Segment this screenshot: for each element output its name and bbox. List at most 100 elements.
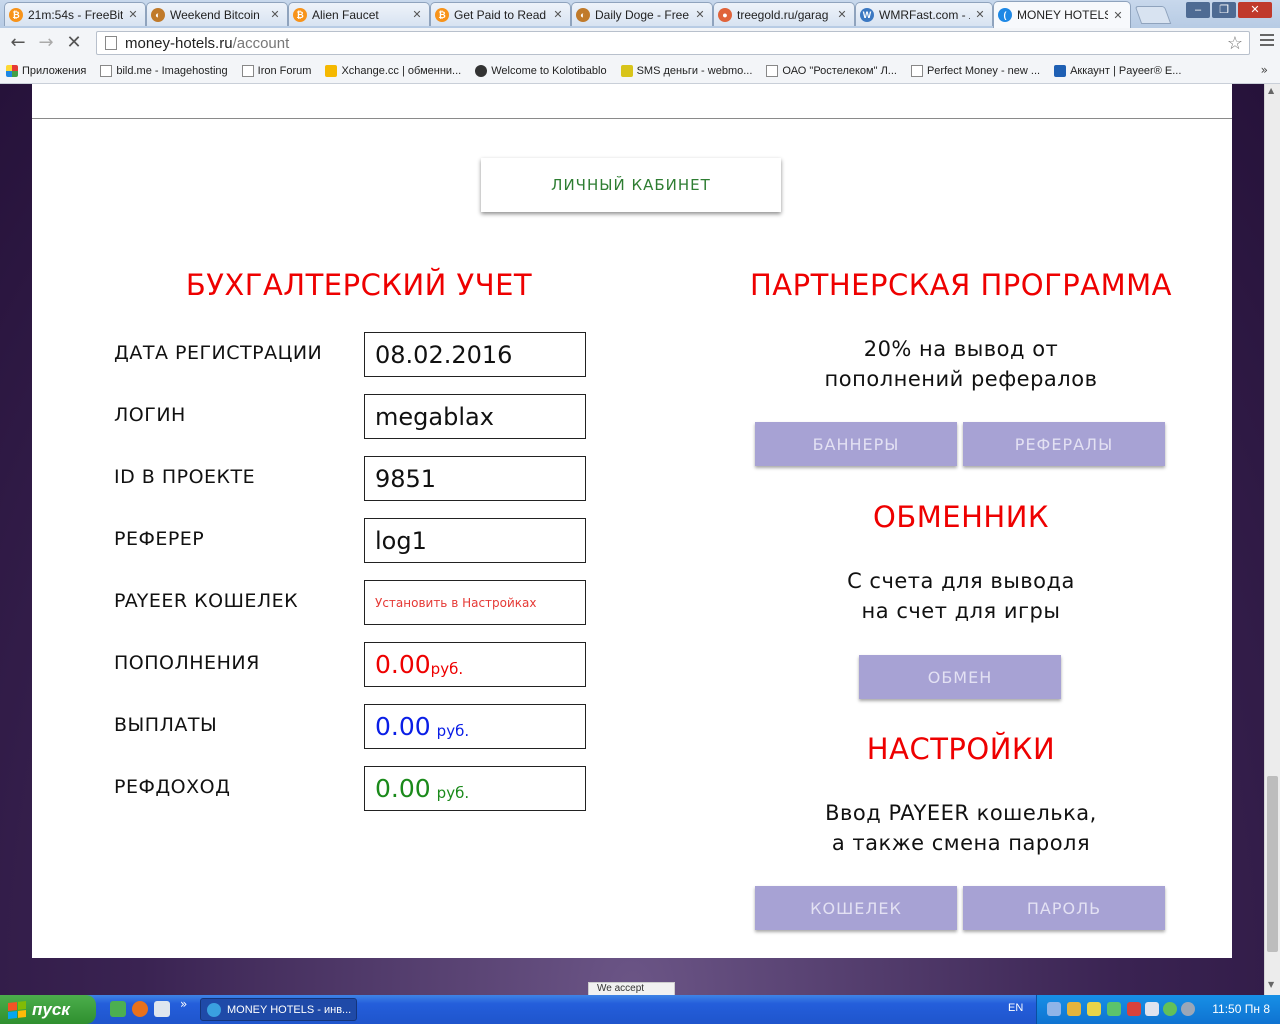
tray-flag-icon[interactable] — [1145, 1002, 1159, 1016]
browser-menu-icon[interactable] — [1260, 34, 1274, 48]
bookmark-item[interactable]: SMS деньги - webmo... — [620, 64, 752, 77]
payeer-wallet-field[interactable]: Установить в Настройках — [364, 580, 586, 625]
tab-title: WMRFast.com - л — [879, 7, 970, 22]
system-tray: 11:50 Пн 8 — [1036, 995, 1280, 1024]
exchanger-desc-line1: С счета для вывода — [847, 569, 1075, 593]
page-viewport: ЛИЧНЫЙ КАБИНЕТ БУХГАЛТЕРСКИЙ УЧЕТ ДАТА Р… — [0, 84, 1264, 995]
tray-antivirus-icon[interactable] — [1127, 1002, 1141, 1016]
chrome-task-icon — [207, 1002, 221, 1017]
referrals-button[interactable]: РЕФЕРАЛЫ — [963, 422, 1165, 466]
browser-tab[interactable]: ₿ 21m:54s - FreeBit ✕ — [4, 2, 146, 26]
tab-favicon-icon: ● — [718, 7, 732, 22]
tab-close-icon[interactable]: ✕ — [127, 8, 139, 21]
quicklaunch-firefox-icon[interactable] — [132, 1001, 148, 1017]
url-host: money-hotels.ru — [125, 34, 233, 52]
tab-close-icon[interactable]: ✕ — [269, 8, 281, 21]
browser-tab[interactable]: ◐ Daily Doge - Free ✕ — [571, 2, 713, 26]
bookmarks-more-icon[interactable]: » — [1261, 63, 1268, 77]
windows-taskbar: пуск » MONEY HOTELS - инв... EN 11:50 Пн… — [0, 995, 1280, 1024]
minimize-button[interactable]: – — [1186, 2, 1210, 18]
login-label: ЛОГИН — [114, 404, 186, 426]
taskbar-window-item[interactable]: MONEY HOTELS - инв... — [200, 998, 357, 1021]
quicklaunch-app-icon[interactable] — [154, 1001, 170, 1017]
bookmark-star-icon[interactable]: ☆ — [1227, 33, 1243, 54]
tab-favicon-icon: ◐ — [576, 7, 590, 22]
project-id-label: ID В ПРОЕКТЕ — [114, 466, 256, 488]
project-id-field: 9851 — [364, 456, 586, 501]
bookmark-label: Аккаунт | Payeer® E... — [1070, 64, 1182, 77]
scroll-down-icon[interactable]: ▼ — [1268, 980, 1274, 989]
wallet-button[interactable]: КОШЕЛЕК — [755, 886, 957, 930]
exchange-button[interactable]: ОБМЕН — [859, 655, 1061, 699]
scroll-thumb[interactable] — [1267, 776, 1278, 952]
bookmarks-bar: Приложения bild.me - Imagehosting Iron For… — [0, 58, 1280, 84]
tab-close-icon[interactable]: ✕ — [411, 8, 423, 21]
close-window-button[interactable]: ✕ — [1238, 2, 1272, 18]
new-tab-button[interactable] — [1134, 6, 1172, 24]
address-bar[interactable]: money-hotels.ru/account ☆ — [96, 31, 1250, 55]
bookmark-item[interactable]: Welcome to Kolotibablo — [475, 64, 607, 77]
start-button[interactable]: пуск — [0, 995, 96, 1024]
partner-description: 20% на вывод от пополнений рефералов — [756, 334, 1166, 394]
tab-close-icon[interactable]: ✕ — [694, 8, 706, 21]
bookmark-item[interactable]: Xchange.cc | обменни... — [325, 64, 462, 77]
registration-date-field: 08.02.2016 — [364, 332, 586, 377]
exchanger-desc-line2: на счет для игры — [861, 599, 1061, 623]
deposits-amount: 0.00 — [375, 650, 431, 679]
forward-arrow-icon[interactable]: → — [34, 32, 58, 54]
bookmark-item[interactable]: Аккаунт | Payeer® E... — [1054, 64, 1182, 77]
bookmark-item[interactable]: Iron Forum — [241, 64, 312, 77]
banners-button[interactable]: БАННЕРЫ — [755, 422, 957, 466]
exchanger-title: ОБМЕННИК — [873, 500, 1049, 534]
bookmark-item[interactable]: Perfect Money - new ... — [910, 64, 1040, 77]
payeer-wallet-value[interactable]: Установить в Настройках — [375, 596, 537, 610]
tray-network-icon[interactable] — [1047, 1002, 1061, 1016]
page-icon — [105, 36, 117, 50]
language-indicator[interactable]: EN — [1008, 1002, 1023, 1014]
tab-title: Alien Faucet — [312, 7, 379, 22]
personal-cabinet-button[interactable]: ЛИЧНЫЙ КАБИНЕТ — [481, 158, 781, 212]
tray-volume-icon[interactable] — [1181, 1002, 1195, 1016]
browser-toolbar: ← → ✕ money-hotels.ru/account ☆ — [0, 28, 1280, 58]
bookmark-item[interactable]: Приложения — [6, 64, 86, 77]
tab-close-icon[interactable]: ✕ — [836, 8, 848, 21]
stop-loading-icon[interactable]: ✕ — [62, 32, 86, 54]
browser-tab[interactable]: ● treegold.ru/garag ✕ — [713, 2, 855, 26]
tray-app-icon[interactable] — [1067, 1002, 1081, 1016]
settings-desc-line2: а также смена пароля — [831, 831, 1091, 855]
browser-tab[interactable]: ₿ Alien Faucet ✕ — [288, 2, 430, 26]
system-clock[interactable]: 11:50 Пн 8 — [1212, 1002, 1270, 1016]
browser-tab[interactable]: (MONEY HOTELS - ✕ — [993, 1, 1131, 28]
tab-title: Daily Doge - Free — [595, 7, 690, 22]
tray-shield-icon[interactable] — [1087, 1002, 1101, 1016]
page-scrollbar[interactable]: ▲ ▼ — [1264, 84, 1280, 995]
quicklaunch-utorrent-icon[interactable] — [110, 1001, 126, 1017]
tab-close-icon[interactable]: ✕ — [552, 8, 564, 21]
tab-title: Get Paid to Read — [454, 7, 547, 22]
bookmark-label: Xchange.cc | обменни... — [341, 64, 462, 77]
url-path: /account — [232, 34, 290, 52]
tab-favicon-icon: ◐ — [151, 7, 165, 22]
tab-close-icon[interactable]: ✕ — [1112, 9, 1124, 22]
payeer-wallet-label: PAYEER КОШЕЛЕК — [114, 590, 299, 612]
ref-income-unit: руб. — [436, 783, 470, 802]
quicklaunch-more-icon[interactable]: » — [180, 997, 187, 1011]
bookmark-item[interactable]: ОАО "Ростелеком" Л... — [766, 64, 897, 77]
tab-close-icon[interactable]: ✕ — [974, 8, 986, 21]
bookmark-item[interactable]: bild.me - Imagehosting — [100, 64, 228, 77]
password-button[interactable]: ПАРОЛЬ — [963, 886, 1165, 930]
back-arrow-icon[interactable]: ← — [6, 32, 30, 54]
tray-refresh-icon[interactable] — [1163, 1002, 1177, 1016]
tray-update-icon[interactable] — [1107, 1002, 1121, 1016]
browser-tab[interactable]: ₿ Get Paid to Read ✕ — [430, 2, 571, 26]
page-icon — [100, 64, 113, 77]
bookmark-label: Iron Forum — [257, 64, 312, 77]
maximize-button[interactable]: ❐ — [1212, 2, 1236, 18]
partner-desc-line2: пополнений рефералов — [824, 367, 1098, 391]
scroll-up-icon[interactable]: ▲ — [1268, 86, 1274, 95]
xchange-icon — [325, 64, 338, 77]
page-icon — [766, 64, 779, 77]
browser-tab[interactable]: ◐ Weekend Bitcoin ✕ — [146, 2, 288, 26]
browser-tab[interactable]: W WMRFast.com - л ✕ — [855, 2, 993, 26]
ref-income-amount: 0.00 — [375, 774, 431, 803]
